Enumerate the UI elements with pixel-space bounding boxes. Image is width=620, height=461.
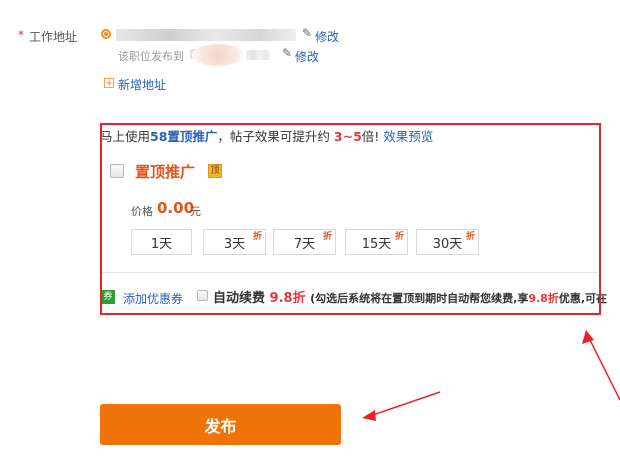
address-radio[interactable]: [101, 29, 111, 39]
promo-product: 58置顶推广: [150, 129, 218, 144]
top-promo-title: 置顶推广: [135, 163, 196, 181]
duration-label: 30天: [432, 236, 463, 252]
top-promo-checkbox[interactable]: [110, 164, 124, 178]
blurred-address: [116, 29, 296, 41]
arrowhead-icon: [582, 330, 594, 344]
arrow-to-publish: [369, 391, 441, 417]
add-address-link[interactable]: 新增地址: [118, 76, 166, 93]
discount-badge: 折: [323, 232, 333, 242]
auto-renew-desc-suffix: 优惠,可在: [558, 292, 608, 305]
effect-preview-link[interactable]: 效果预览: [383, 129, 433, 144]
promo-suffix: 倍!: [361, 129, 384, 144]
required-mark: *: [18, 28, 24, 42]
auto-renew-discount: 9.8折: [269, 291, 306, 306]
discount-badge: 折: [466, 232, 476, 242]
arrowhead-icon: [362, 410, 376, 421]
promo-multiplier: 3~5: [333, 129, 362, 144]
add-coupon-link[interactable]: 添加优惠券: [123, 290, 183, 307]
duration-1-day[interactable]: 1天: [131, 229, 192, 255]
pencil-icon: ✎: [302, 26, 313, 40]
coupon-icon: 券: [101, 290, 115, 304]
auto-renew-checkbox[interactable]: [197, 290, 208, 301]
price-value: 0.00: [157, 199, 195, 217]
duration-label: 7天: [293, 236, 316, 252]
publish-note: 该职位发布到: [118, 50, 184, 63]
discount-badge: 折: [395, 232, 405, 242]
top-badge-icon: 顶: [208, 164, 222, 178]
auto-renew-label: 自动续费: [213, 291, 266, 306]
auto-renew-line: 自动续费 9.8折 (勾选后系统将在置顶到期时自动帮您续费,享9.8折优惠,可在: [213, 287, 607, 306]
duration-label: 1天: [150, 236, 173, 252]
arrow-to-box: [587, 335, 620, 401]
duration-label: 15天: [361, 236, 392, 252]
plus-icon: +: [104, 78, 114, 89]
blurred-district: [246, 50, 270, 60]
edit-address-link-1[interactable]: 修改: [315, 28, 339, 45]
edit-address-link-2[interactable]: 修改: [295, 48, 319, 65]
promo-prefix: 马上使用: [100, 129, 151, 144]
price-label: 价格: [131, 205, 153, 218]
promo-middle: ，帖子效果可提升约: [217, 129, 334, 144]
discount-badge: 折: [253, 232, 263, 242]
publish-button[interactable]: 发布: [100, 404, 341, 445]
price-unit: 元: [190, 205, 201, 218]
blurred-location: [192, 44, 244, 66]
duration-label: 3天: [223, 236, 246, 252]
work-address-label: 工作地址: [29, 30, 78, 44]
auto-renew-desc-prefix: (勾选后系统将在置顶到期时自动帮您续费,享: [310, 292, 529, 305]
pencil-icon: ✎: [282, 46, 293, 60]
auto-renew-desc-discount: 9.8折: [528, 292, 559, 305]
promo-headline: 马上使用58置顶推广，帖子效果可提升约 3~5倍! 效果预览: [100, 126, 433, 145]
section-divider: [102, 272, 598, 273]
